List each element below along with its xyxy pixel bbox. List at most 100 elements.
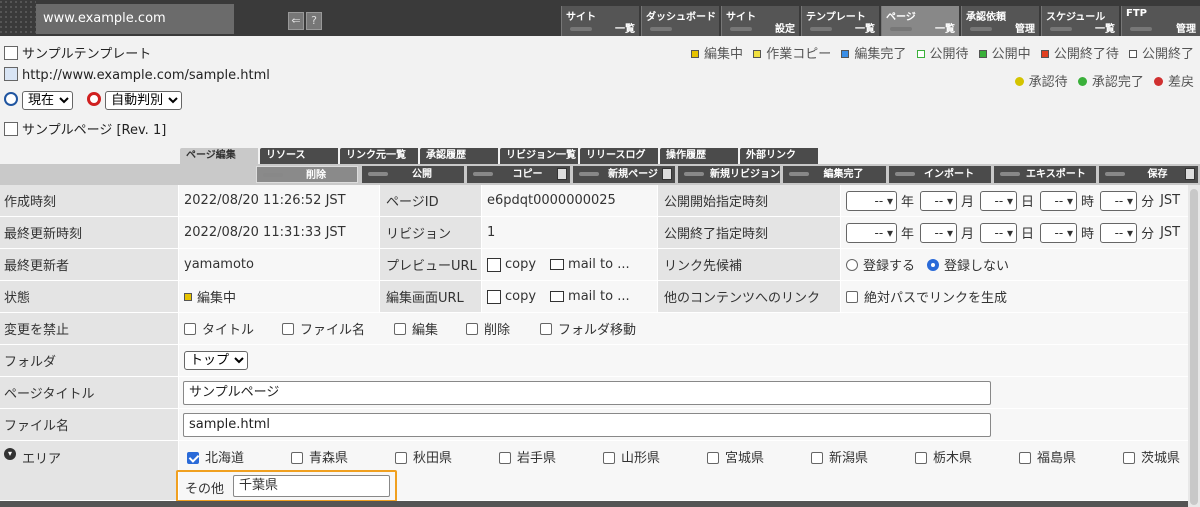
nav-template-list[interactable]: テンプレート 一覧 — [801, 6, 879, 36]
area-aomori[interactable]: 青森県 — [291, 447, 348, 466]
area-tochigi[interactable]: 栃木県 — [915, 447, 972, 466]
area-yamagata[interactable]: 山形県 — [603, 447, 660, 466]
state-row: 状態 編集中 編集画面URL copy mail to ... 他のコンテンツへ… — [0, 281, 1188, 313]
folder-value: トップ — [179, 345, 1188, 376]
clock-icon — [4, 92, 18, 106]
area-ibaraki[interactable]: 茨城県 — [1123, 447, 1180, 466]
revision-value: 1 — [482, 217, 657, 248]
target-icon — [87, 92, 102, 106]
area-miyagi[interactable]: 宮城県 — [707, 447, 764, 466]
pubend-minute[interactable]: -- ▾ — [1100, 222, 1138, 243]
mail-icon — [550, 291, 565, 302]
tab-revision-list[interactable]: リビジョン一覧 — [500, 148, 578, 164]
other-link-label: 他のコンテンツへのリンク — [658, 281, 840, 312]
area-hokkaido[interactable]: 北海道 — [187, 447, 244, 466]
copy-button[interactable]: コピー — [467, 166, 570, 183]
filename-input[interactable]: sample.html — [183, 413, 991, 437]
footer-strip — [0, 501, 1188, 507]
pubstart-month[interactable]: -- ▾ — [920, 190, 958, 211]
copy-icon — [487, 289, 501, 304]
template-line: サンプルテンプレート — [4, 43, 151, 62]
prohibit-filename-checkbox[interactable] — [282, 322, 294, 335]
preview-mailto-link[interactable]: mail to ... — [568, 257, 630, 272]
prohibit-delete-checkbox[interactable] — [466, 322, 478, 335]
scrollbar[interactable] — [1188, 185, 1200, 507]
noregister-radio[interactable] — [927, 258, 940, 271]
export-button[interactable]: エキスポート — [994, 166, 1096, 183]
nav-ftp[interactable]: FTP 管理 — [1121, 6, 1200, 36]
area-iwate[interactable]: 岩手県 — [499, 447, 556, 466]
legend-published: 公開中 — [978, 43, 1031, 62]
edit-complete-button[interactable]: 編集完了 — [783, 166, 886, 183]
pubend-day[interactable]: -- ▾ — [980, 222, 1018, 243]
nav-site-settings[interactable]: サイト 設定 — [721, 6, 799, 36]
other-area-input[interactable]: 千葉県 — [233, 475, 390, 497]
area-fukushima[interactable]: 福島県 — [1019, 447, 1076, 466]
pageid-value: e6pdqt0000000025 — [482, 185, 657, 216]
document-icon — [557, 168, 567, 180]
pubstart-year[interactable]: -- ▾ — [846, 190, 897, 211]
import-button[interactable]: インポート — [889, 166, 991, 183]
pubend-hour[interactable]: -- ▾ — [1040, 222, 1078, 243]
delete-button[interactable]: 削除 — [256, 166, 358, 183]
link-candidate-label: リンク先候補 — [658, 249, 840, 280]
time-select[interactable]: 現在 — [22, 91, 73, 110]
tab-operation-history[interactable]: 操作履歴 — [660, 148, 738, 164]
tab-approval-history[interactable]: 承認履歴 — [420, 148, 498, 164]
pubend-year[interactable]: -- ▾ — [846, 222, 897, 243]
page-title-input[interactable]: サンプルページ — [183, 381, 991, 405]
tab-external-link[interactable]: 外部リンク — [740, 148, 818, 164]
help-icon[interactable]: ? — [306, 12, 322, 30]
mode-select[interactable]: 自動判別 — [105, 91, 183, 110]
prohibit-title-checkbox[interactable] — [184, 322, 196, 335]
prohibit-row: 変更を禁止 タイトル ファイル名 編集 削除 フォルダ移動 — [0, 313, 1188, 345]
area-akita[interactable]: 秋田県 — [395, 447, 452, 466]
tab-release-log[interactable]: リリースログ — [580, 148, 658, 164]
logo[interactable] — [0, 0, 36, 36]
new-revision-button[interactable]: 新規リビジョン — [678, 166, 780, 183]
site-domain[interactable]: www.example.com — [36, 4, 234, 34]
preview-copy-link[interactable]: copy — [505, 257, 536, 272]
filename-label: ファイル名 — [0, 409, 178, 440]
abspath-checkbox[interactable] — [846, 290, 858, 303]
nav-site-list[interactable]: サイト 一覧 — [561, 6, 639, 36]
page-url-link[interactable]: http://www.example.com/sample.html — [22, 68, 270, 83]
register-radio[interactable] — [846, 258, 858, 271]
pubstart-day[interactable]: -- ▾ — [980, 190, 1018, 211]
nav-dashboard[interactable]: ダッシュボード — [641, 6, 719, 36]
nav-page-list[interactable]: ページ 一覧 — [881, 6, 959, 36]
edit-mailto-link[interactable]: mail to ... — [568, 289, 630, 304]
new-page-button[interactable]: 新規ページ — [573, 166, 675, 183]
prohibit-options: タイトル ファイル名 編集 削除 フォルダ移動 — [179, 313, 1188, 344]
save-icon — [1185, 168, 1195, 180]
folder-select[interactable]: トップ — [184, 351, 248, 370]
page-icon — [4, 122, 18, 136]
legend-returned: 差戻 — [1153, 71, 1194, 90]
scrollbar-thumb[interactable] — [1190, 189, 1198, 505]
legend-working-copy: 作業コピー — [753, 43, 831, 62]
pubstart-minute[interactable]: -- ▾ — [1100, 190, 1138, 211]
edit-copy-link[interactable]: copy — [505, 289, 536, 304]
action-bar: 削除 公開 コピー 新規ページ 新規リビジョン 編集完了 インポート エキスポー… — [0, 164, 1200, 185]
prohibit-edit-checkbox[interactable] — [394, 322, 406, 335]
folder-label: フォルダ — [0, 345, 178, 376]
created-label: 作成時刻 — [0, 185, 178, 216]
link-candidate-options: 登録する 登録しない — [841, 249, 1188, 280]
edit-url-label: 編集画面URL — [380, 281, 481, 312]
area-label-cell: ▾ エリア — [0, 441, 178, 500]
prohibit-folder-move-checkbox[interactable] — [540, 322, 552, 335]
nav-approval[interactable]: 承認依頼 管理 — [961, 6, 1039, 36]
tab-page-edit[interactable]: ページ編集 — [180, 148, 258, 164]
save-button[interactable]: 保存 — [1099, 166, 1198, 183]
pubend-month[interactable]: -- ▾ — [920, 222, 958, 243]
tab-link-source[interactable]: リンク元一覧 — [340, 148, 418, 164]
page-edit-form: 作成時刻 2022/08/20 11:26:52 JST ページID e6pdq… — [0, 185, 1188, 507]
chevron-down-icon[interactable]: ▾ — [4, 448, 16, 460]
publish-button[interactable]: 公開 — [362, 166, 464, 183]
pubstart-hour[interactable]: -- ▾ — [1040, 190, 1078, 211]
tab-resource[interactable]: リソース — [260, 148, 338, 164]
back-icon[interactable]: ⇐ — [288, 12, 304, 30]
nav-schedule[interactable]: スケジュール 一覧 — [1041, 6, 1119, 36]
area-niigata[interactable]: 新潟県 — [811, 447, 868, 466]
page-name-line: サンプルページ [Rev. 1] — [4, 119, 166, 138]
